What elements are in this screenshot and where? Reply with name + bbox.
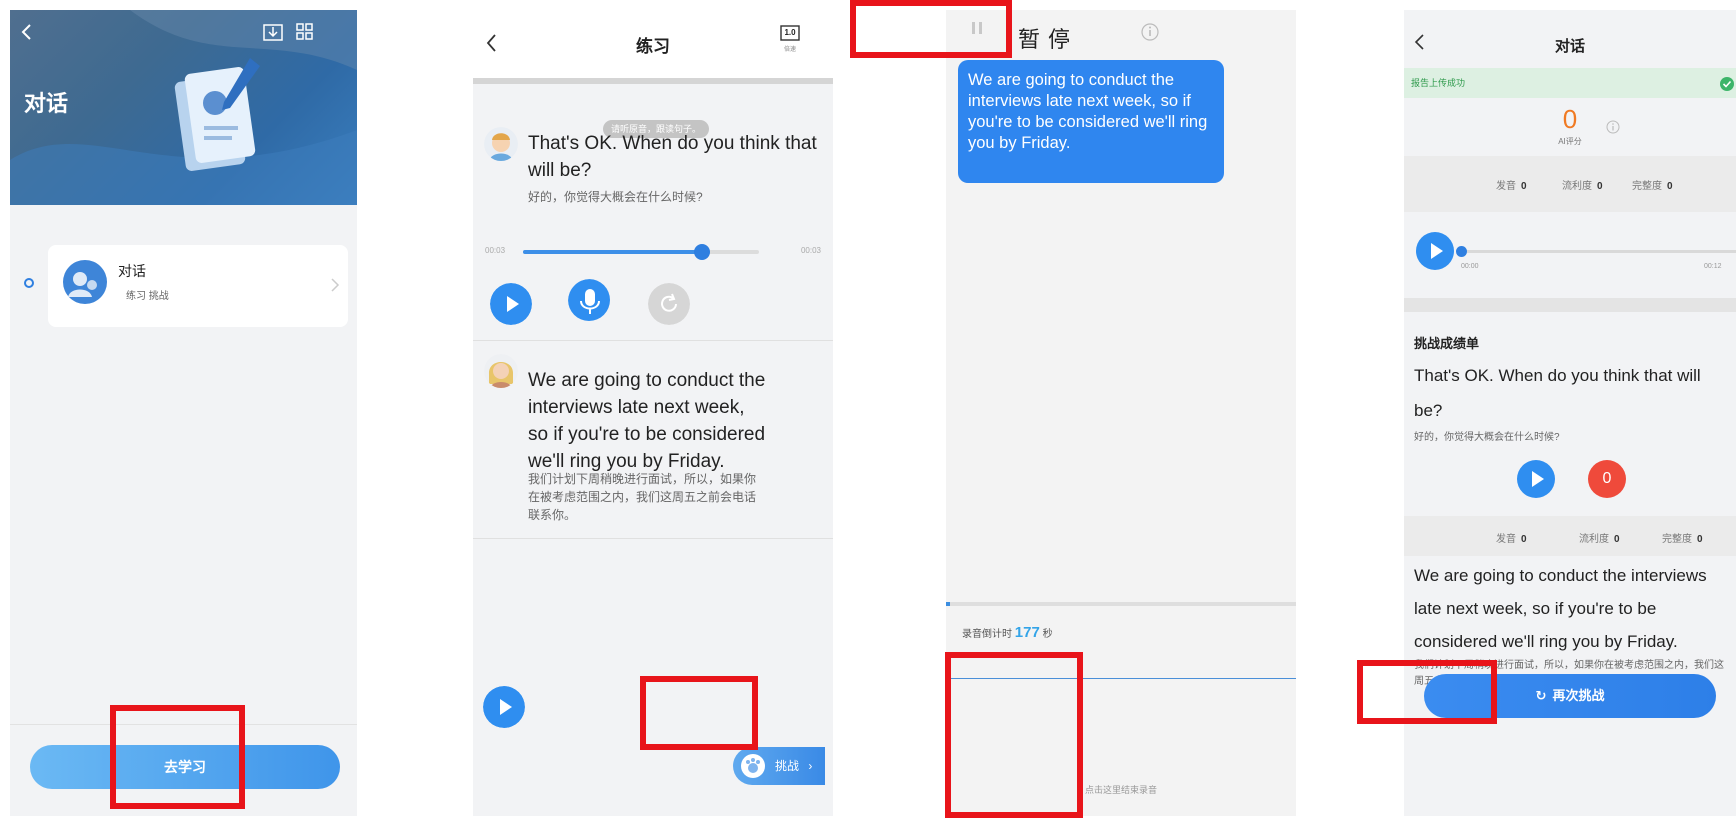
speaker-avatar-female-icon — [484, 354, 518, 388]
s1-english-line1: That's OK. When do you think that will — [1414, 366, 1701, 385]
audio-progress-track[interactable] — [523, 244, 759, 260]
countdown-unit: 秒 — [1042, 629, 1053, 640]
upload-status-banner: 报告上传成功 — [1404, 68, 1736, 98]
refresh-icon: ↻ — [1535, 688, 1547, 703]
report-time-start: 00:00 — [1461, 263, 1479, 270]
course-header-banner: 对话 — [10, 10, 357, 205]
speaker-avatar-male-icon — [484, 127, 518, 161]
metric-completeness: 完整度 0 — [1632, 181, 1673, 192]
speed-value: 1.0 — [784, 28, 796, 37]
sentence-divider — [473, 538, 833, 539]
s1-metric-fluency: 流利度 0 — [1579, 534, 1620, 545]
sentence1-score-badge[interactable]: 0 — [1588, 460, 1626, 498]
play-all-button[interactable] — [483, 686, 525, 728]
page-title: 对话 — [1554, 38, 1585, 55]
replay-recording-button[interactable] — [648, 283, 690, 325]
page-title: 对话 — [24, 91, 69, 116]
transcript-bubble: We are going to conduct the interviews l… — [958, 60, 1224, 183]
s1-chinese: 好的，你觉得大概会在什么时候? — [1414, 432, 1560, 443]
retry-label: 再次挑战 — [1552, 688, 1605, 703]
recording-countdown: 录音倒计时 177 秒 — [962, 624, 1053, 641]
screen-course-home: 对话 对话 练习 挑战 去学习 — [10, 10, 357, 816]
time-end: 00:03 — [800, 246, 821, 255]
playback-speed-button[interactable]: 1.0 倍速 — [777, 24, 803, 64]
record-microphone-button[interactable] — [568, 279, 610, 321]
sentence-divider — [473, 340, 833, 341]
ai-score-label: AI评分 — [1558, 137, 1582, 146]
download-icon[interactable] — [262, 22, 284, 42]
time-start: 00:03 — [485, 246, 506, 255]
s1-english-line2: be? — [1414, 401, 1443, 420]
sentence1-metrics: 发音 0 流利度 0 完整度 0 — [1404, 516, 1736, 556]
report-heading: 挑战成绩单 — [1414, 336, 1480, 351]
report-audio-knob[interactable] — [1456, 246, 1467, 257]
check-circle-icon — [1720, 77, 1734, 91]
metric-fluency: 流利度 0 — [1562, 181, 1603, 192]
audio-progress-knob[interactable] — [694, 244, 711, 260]
section-separator — [1404, 298, 1736, 312]
play-original-button[interactable] — [490, 283, 532, 325]
timeline-dot — [24, 278, 34, 288]
play-recording-button[interactable] — [1416, 232, 1454, 270]
sentence1-english[interactable]: That's OK. When do you think that will b… — [528, 130, 828, 184]
countdown-value: 177 — [1014, 624, 1040, 641]
pause-label[interactable]: 暂停 — [1018, 22, 1078, 54]
play-sentence1-button[interactable] — [1517, 460, 1555, 498]
info-icon[interactable] — [1606, 120, 1620, 134]
sentence2-chinese: 我们计划下周稍晚进行面试，所以，如果你在被考虑范围之内，我们这周五之前会电话联系… — [528, 472, 757, 522]
highlight-box-go-study — [110, 705, 245, 809]
grid-menu-icon[interactable] — [294, 22, 316, 42]
recording-progress-fill — [946, 602, 950, 606]
s2-english-line3: considered we'll ring you by Friday. — [1414, 632, 1678, 651]
countdown-prefix: 录音倒计时 — [962, 629, 1012, 640]
ai-score-value: 0 — [1562, 104, 1578, 134]
overall-metrics: 发音 0 流利度 0 完整度 0 — [1404, 156, 1736, 212]
sentence1-chinese: 好的，你觉得大概会在什么时候? — [528, 190, 703, 204]
lesson-card-dialogue[interactable]: 对话 练习 挑战 — [48, 245, 348, 327]
lesson-card-title: 对话 — [118, 263, 146, 279]
speed-label: 倍速 — [783, 47, 796, 53]
back-arrow-icon[interactable] — [18, 22, 36, 42]
highlight-box-end-recording — [945, 652, 1083, 818]
report-audio-track[interactable] — [1456, 246, 1736, 257]
s1-metric-pronunciation: 发音 0 — [1496, 534, 1527, 545]
info-icon[interactable] — [1140, 22, 1160, 42]
paw-icon — [741, 754, 765, 778]
s2-english-line1: We are going to conduct the interviews — [1414, 566, 1707, 585]
sentence2-english[interactable]: We are going to conduct the interviews l… — [528, 367, 768, 475]
challenge-label: 挑战 — [775, 759, 800, 773]
chevron-right-icon — [331, 278, 340, 292]
report-time-end: 00:12 — [1704, 263, 1722, 270]
challenge-button[interactable]: 挑战 › — [733, 747, 825, 785]
recording-progress-track — [946, 602, 1296, 606]
highlight-box-pause — [850, 0, 1012, 58]
document-pen-illustration — [174, 58, 260, 171]
chevron-right-icon: › — [808, 759, 813, 773]
s1-metric-completeness: 完整度 0 — [1662, 534, 1703, 545]
lesson-avatar-icon — [63, 260, 107, 304]
highlight-box-challenge — [640, 676, 758, 750]
s2-english-line2: late next week, so if you're to be — [1414, 599, 1657, 618]
audio-progress-fill — [523, 250, 703, 254]
metric-pronunciation: 发音 0 — [1496, 181, 1527, 192]
highlight-box-retry — [1357, 660, 1497, 724]
header-divider — [473, 78, 833, 84]
lesson-card-subtitle: 练习 挑战 — [126, 291, 169, 302]
